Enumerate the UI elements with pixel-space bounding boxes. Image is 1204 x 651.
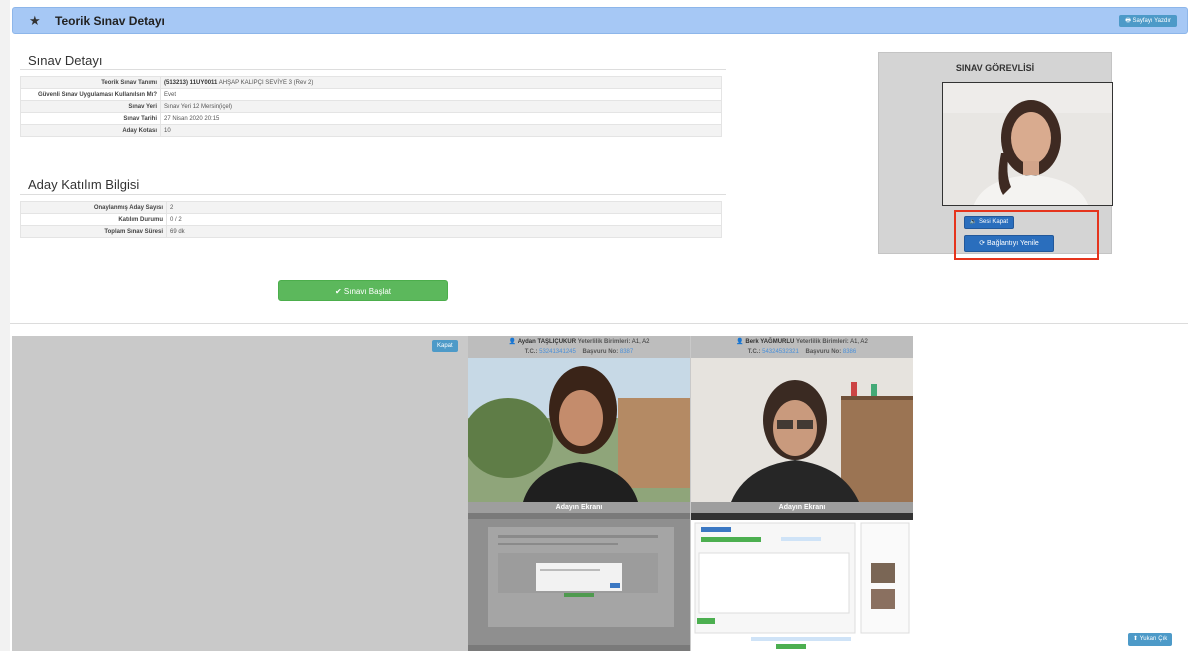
application-link[interactable]: 8386 — [843, 349, 856, 355]
table-row: Aday Kotası 10 — [20, 124, 722, 137]
row-value: 0 / 2 — [166, 213, 722, 226]
scroll-top-label: Yukarı Çık — [1139, 636, 1168, 642]
qualification-code: (513213) 11UY0011 — [164, 79, 218, 86]
divider — [20, 69, 726, 70]
candidate-name: Berk YAĞMURLU — [745, 339, 795, 345]
candidate-header: 👤 Aydan TAŞLIÇUKUR Yeterlilik Birimleri:… — [468, 336, 690, 358]
table-row: Sınav Tarihi 27 Nisan 2020 20:15 — [20, 112, 722, 125]
row-label: Sınav Tarihi — [20, 112, 161, 125]
row-value: Sınav Yeri 12 Mersin(içel) — [160, 100, 722, 113]
qualification-name: AHŞAP KALIPÇI SEVİYE 3 (Rev 2) — [218, 79, 314, 86]
checkmark-icon: ✔ — [334, 287, 344, 296]
candidate-screen-label: Adayın Ekranı — [691, 502, 913, 513]
table-row: Güvenli Sınav Uygulaması Kullanılsın Mı?… — [20, 88, 722, 101]
candidate-screen-view — [691, 513, 913, 651]
application-label: Başvuru No: — [805, 349, 842, 355]
star-icon: ★ — [29, 13, 41, 28]
table-row: Teorik Sınav Tanımı (513213) 11UY0011 AH… — [20, 76, 722, 89]
page-title: Teorik Sınav Detayı — [55, 14, 165, 28]
table-row: Onaylanmış Aday Sayısı 2 — [20, 201, 722, 214]
row-value: Evet — [160, 88, 722, 101]
candidate-video — [691, 358, 913, 502]
candidate-name: Aydan TAŞLIÇUKUR — [517, 339, 577, 345]
arrow-up-icon: ⬆ — [1133, 636, 1140, 642]
proctor-video — [942, 82, 1113, 206]
candidate-screen-label: Adayın Ekranı — [468, 502, 690, 513]
tc-label: T.C.: — [524, 349, 538, 355]
row-value: 27 Nisan 2020 20:15 — [160, 112, 722, 125]
scroll-top-button[interactable]: ⬆ Yukarı Çık — [1128, 633, 1173, 646]
units-value: A1, A2 — [631, 339, 650, 345]
start-exam-button[interactable]: ✔ Sınavı Başlat — [278, 280, 448, 301]
row-label: Güvenli Sınav Uygulaması Kullanılsın Mı? — [20, 88, 161, 101]
close-cameras-button[interactable]: Kapat — [432, 340, 458, 352]
start-exam-label: Sınavı Başlat — [343, 287, 392, 296]
print-button-label: Sayfayı Yazdır — [1132, 18, 1171, 24]
row-label: Sınav Yeri — [20, 100, 161, 113]
participation-title: Aday Katılım Bilgisi — [28, 177, 140, 192]
units-label: Yeterlilik Birimleri: — [796, 339, 849, 345]
row-value: (513213) 11UY0011 AHŞAP KALIPÇI SEVİYE 3… — [160, 76, 722, 89]
divider — [10, 323, 1188, 324]
user-icon: 👤 — [508, 339, 518, 345]
highlight-frame — [954, 210, 1099, 260]
tc-link[interactable]: 53241341245 — [539, 349, 576, 355]
candidate-card: 👤 Berk YAĞMURLU Yeterlilik Birimleri: A1… — [691, 336, 913, 651]
units-value: A1, A2 — [850, 339, 868, 345]
row-value: 2 — [166, 201, 722, 214]
candidate-screen-view — [468, 513, 690, 651]
tc-label: T.C.: — [747, 349, 761, 355]
row-label: Aday Kotası — [20, 124, 161, 137]
exam-detail-table: Teorik Sınav Tanımı (513213) 11UY0011 AH… — [20, 76, 722, 137]
candidate-cameras-area: Kapat 👤 Aydan TAŞLIÇUKUR Yeterlilik Biri… — [12, 336, 913, 651]
units-label: Yeterlilik Birimleri: — [577, 339, 631, 345]
application-link[interactable]: 8387 — [620, 349, 633, 355]
divider — [20, 194, 726, 195]
page-header: ★ Teorik Sınav Detayı 🖶 Sayfayı Yazdır — [12, 7, 1188, 34]
user-icon: 👤 — [736, 339, 746, 345]
candidate-video — [468, 358, 690, 502]
table-row: Sınav Yeri Sınav Yeri 12 Mersin(içel) — [20, 100, 722, 113]
row-value: 10 — [160, 124, 722, 137]
print-page-button[interactable]: 🖶 Sayfayı Yazdır — [1119, 15, 1177, 27]
table-row: Toplam Sınav Süresi 69 dk — [20, 225, 722, 238]
row-label: Toplam Sınav Süresi — [20, 225, 167, 238]
candidate-header: 👤 Berk YAĞMURLU Yeterlilik Birimleri: A1… — [691, 336, 913, 358]
row-label: Onaylanmış Aday Sayısı — [20, 201, 167, 214]
row-value: 69 dk — [166, 225, 722, 238]
table-row: Katılım Durumu 0 / 2 — [20, 213, 722, 226]
row-label: Katılım Durumu — [20, 213, 167, 226]
participation-table: Onaylanmış Aday Sayısı 2 Katılım Durumu … — [20, 201, 722, 238]
tc-link[interactable]: 54324532321 — [762, 349, 799, 355]
proctor-title: SINAV GÖREVLİSİ — [955, 63, 1035, 73]
exam-detail-title: Sınav Detayı — [28, 53, 103, 68]
candidate-card: 👤 Aydan TAŞLIÇUKUR Yeterlilik Birimleri:… — [468, 336, 690, 651]
row-label: Teorik Sınav Tanımı — [20, 76, 161, 89]
printer-icon: 🖶 — [1125, 18, 1133, 24]
application-label: Başvuru No: — [582, 349, 619, 355]
